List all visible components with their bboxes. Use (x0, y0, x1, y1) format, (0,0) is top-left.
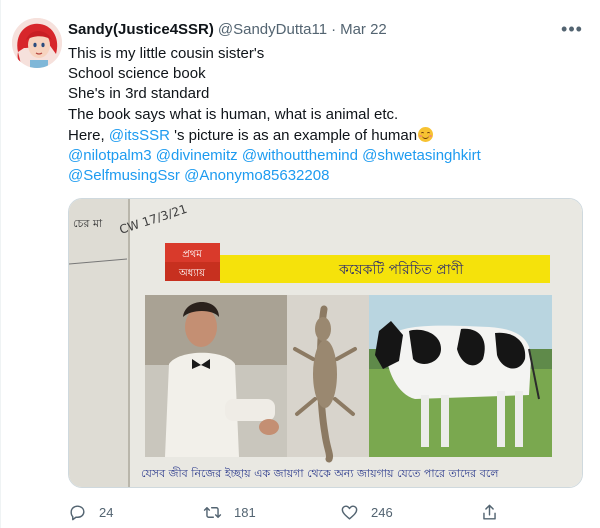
like-count: 246 (371, 504, 393, 520)
like-button[interactable]: 246 (340, 500, 393, 524)
tweet-line: Here, @itsSSR 's picture is as an exampl… (68, 125, 588, 146)
tweet-line: School science book (68, 65, 206, 83)
avatar[interactable] (12, 18, 62, 68)
share-button[interactable] (480, 500, 499, 524)
retweet-button[interactable]: 181 (203, 500, 256, 524)
separator-dot: · (331, 21, 337, 38)
tweet-line: The book says what is human, what is ani… (68, 105, 399, 123)
share-icon (483, 504, 496, 520)
timeline-divider (0, 0, 1, 528)
more-horizontal-icon: ••• (561, 18, 583, 39)
tweet-photo[interactable]: চের মা CW 17/3/21 প্রথম অধ্যায় কয়েকটি … (68, 198, 583, 488)
tweet-actions: 24 181 246 (68, 500, 508, 524)
chapter-label-2: অধ্যায় (178, 268, 206, 279)
mention-links[interactable]: @nilotpalm3 @divinemitz @withoutthemind … (68, 146, 588, 166)
line-suffix: 's picture is as an example of human (169, 126, 418, 144)
smiling-face-emoji-icon (418, 126, 434, 142)
mention-link[interactable]: @itsSSR (109, 127, 170, 144)
retweet-icon (203, 506, 222, 518)
more-options-button[interactable]: ••• (556, 18, 588, 40)
tweet-date[interactable]: Mar 22 (340, 20, 387, 40)
page-bottom-text: যেসব জীব নিজের ইচ্ছায় এক জায়গা থেকে অন… (141, 467, 499, 480)
like-icon (341, 504, 358, 520)
tweet-line: This is my little cousin sister's (68, 45, 265, 62)
mention-links[interactable]: @SelfmusingSsr @Anonymo85632208 (68, 166, 588, 186)
retweet-count: 181 (234, 504, 256, 520)
chapter-label-1: প্রথম (182, 249, 202, 260)
line-prefix: Here, (68, 126, 109, 144)
reply-button[interactable]: 24 (68, 500, 113, 524)
tweet-header: Sandy(Justice4SSR) @SandyDutta11 · Mar 2… (68, 20, 387, 40)
reply-icon (70, 504, 85, 520)
tweet-text: This is my little cousin sister's School… (68, 44, 588, 186)
margin-text: চের মা (73, 217, 103, 230)
chapter-title: কয়েকটি পরিচিত প্রাণী (338, 261, 464, 278)
reply-count: 24 (99, 504, 114, 520)
user-handle[interactable]: @SandyDutta11 (218, 20, 327, 40)
display-name[interactable]: Sandy(Justice4SSR) (68, 20, 214, 40)
textbook-photo: চের মা CW 17/3/21 প্রথম অধ্যায় কয়েকটি … (69, 199, 582, 487)
tweet-line: She's in 3rd standard (68, 85, 210, 103)
